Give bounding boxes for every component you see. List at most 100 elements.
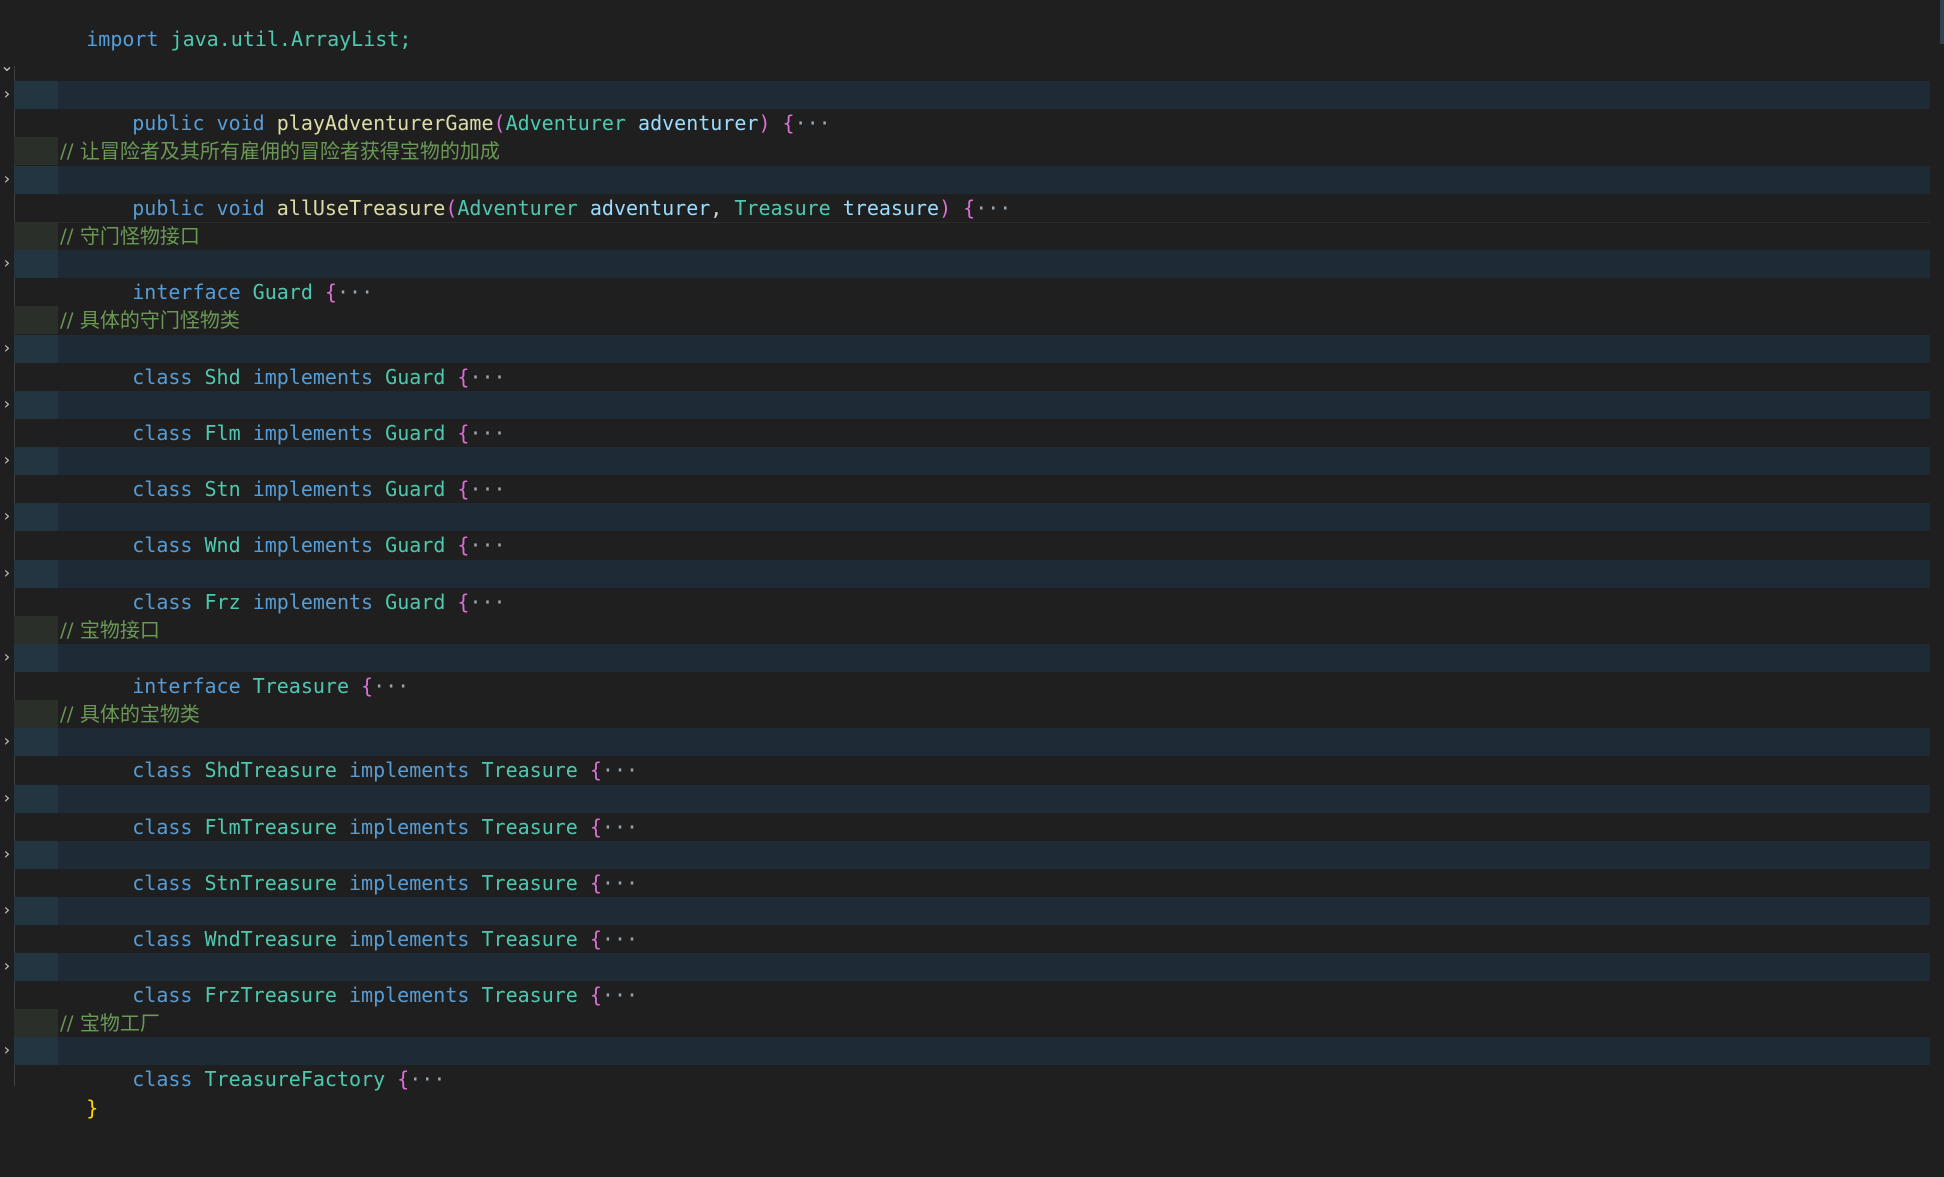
- folded-ellipsis-icon[interactable]: ···: [602, 983, 638, 1007]
- folded-ellipsis-icon[interactable]: ···: [373, 674, 409, 698]
- fold-chevron-right-icon[interactable]: ›: [0, 728, 14, 756]
- fold-chevron-right-icon[interactable]: ›: [0, 841, 14, 869]
- keyword-token: class: [132, 533, 193, 557]
- fold-chevron-right-icon[interactable]: ›: [0, 391, 14, 419]
- param-token: adventurer: [638, 111, 759, 135]
- code-line-class-stntreasure[interactable]: › class StnTreasure implements Treasure …: [0, 841, 1944, 895]
- comment-token: // 让冒险者及其所有雇佣的冒险者获得宝物的加成: [60, 139, 500, 163]
- brace-token: {: [445, 590, 470, 614]
- brace-token: {: [577, 927, 602, 951]
- code-line-class-wnd[interactable]: › class Wnd implements Guard {···: [0, 503, 1944, 557]
- code-line-class-frz[interactable]: › class Frz implements Guard {···: [0, 560, 1944, 614]
- comment-token: // 具体的宝物类: [60, 702, 200, 726]
- code-line-import[interactable]: import java.util.ArrayList;: [0, 0, 1944, 51]
- code-line-closing-brace[interactable]: }: [0, 1066, 1944, 1120]
- keyword-token: implements: [349, 871, 470, 895]
- keyword-token: void: [216, 111, 265, 135]
- fold-chevron-right-icon[interactable]: ›: [0, 335, 14, 363]
- type-token: WndTreasure: [204, 927, 337, 951]
- folded-ellipsis-icon[interactable]: ···: [469, 477, 505, 501]
- fold-chevron-right-icon[interactable]: ›: [0, 166, 14, 194]
- indent-guide-block: [14, 81, 58, 109]
- code-line-comment[interactable]: // 守门怪物接口: [0, 222, 1944, 250]
- code-line-class-flmtreasure[interactable]: › class FlmTreasure implements Treasure …: [0, 785, 1944, 839]
- fold-chevron-right-icon[interactable]: ›: [0, 447, 14, 475]
- code-line-class-wndtreasure[interactable]: › class WndTreasure implements Treasure …: [0, 897, 1944, 951]
- fold-chevron-right-icon[interactable]: ›: [0, 785, 14, 813]
- keyword-token: implements: [349, 927, 470, 951]
- type-token: Frz: [204, 590, 241, 614]
- indent-guide-block: [14, 953, 58, 981]
- code-line-method-playadventurergame[interactable]: › public void playAdventurerGame(Adventu…: [0, 81, 1944, 135]
- code-line-class-shd[interactable]: › class Shd implements Guard {···: [0, 335, 1944, 389]
- fold-chevron-down-icon[interactable]: ⌄: [0, 53, 14, 81]
- folded-ellipsis-icon[interactable]: ···: [469, 533, 505, 557]
- code-line-comment[interactable]: // 具体的守门怪物类: [0, 306, 1944, 334]
- indent-guide-block: [14, 644, 58, 672]
- code-line-class-shdtreasure[interactable]: › class ShdTreasure implements Treasure …: [0, 728, 1944, 782]
- folded-ellipsis-icon[interactable]: ···: [337, 280, 373, 304]
- fold-chevron-right-icon[interactable]: ›: [0, 953, 14, 981]
- type-token: Treasure: [481, 927, 578, 951]
- fold-chevron-right-icon[interactable]: ›: [0, 250, 14, 278]
- code-line-comment[interactable]: // 宝物接口: [0, 616, 1944, 644]
- indent-guide-block: [14, 1009, 58, 1037]
- keyword-token: implements: [349, 815, 470, 839]
- type-token: Stn: [204, 477, 241, 501]
- folded-ellipsis-icon[interactable]: ···: [469, 365, 505, 389]
- keyword-token: void: [216, 196, 265, 220]
- folded-ellipsis-icon[interactable]: ···: [602, 871, 638, 895]
- folded-ellipsis-icon[interactable]: ···: [602, 927, 638, 951]
- fold-chevron-right-icon[interactable]: ›: [0, 1037, 14, 1065]
- comment-token: // 宝物工厂: [60, 1011, 160, 1035]
- type-token: Guard: [385, 421, 446, 445]
- fold-chevron-right-icon[interactable]: ›: [0, 644, 14, 672]
- fold-chevron-right-icon[interactable]: ›: [0, 81, 14, 109]
- type-token: Guard: [385, 533, 446, 557]
- code-line-class-frztreasure[interactable]: › class FrzTreasure implements Treasure …: [0, 953, 1944, 1007]
- keyword-token: implements: [252, 365, 374, 389]
- keyword-token: public: [132, 111, 205, 135]
- folded-ellipsis-icon[interactable]: ···: [469, 421, 505, 445]
- type-token: Guard: [385, 590, 446, 614]
- code-line-class-adventuregame[interactable]: ⌄ public class AdventureGame {: [0, 53, 1944, 107]
- code-line-class-flm[interactable]: › class Flm implements Guard {···: [0, 391, 1944, 445]
- code-line-method-allusetreasure[interactable]: › public void allUseTreasure(Adventurer …: [0, 166, 1944, 220]
- folded-ellipsis-icon[interactable]: ···: [602, 758, 638, 782]
- indent-guide-block: [14, 250, 58, 278]
- fold-chevron-right-icon[interactable]: ›: [0, 503, 14, 531]
- indent-guide-block: [14, 700, 58, 728]
- folded-ellipsis-icon[interactable]: ···: [602, 815, 638, 839]
- keyword-token: class: [132, 927, 193, 951]
- type-token: FrzTreasure: [204, 983, 337, 1007]
- code-line-comment[interactable]: // 具体的宝物类: [0, 700, 1944, 728]
- code-line-interface-guard[interactable]: › interface Guard {···: [0, 250, 1944, 304]
- folded-ellipsis-icon[interactable]: ···: [795, 111, 831, 135]
- code-line-class-stn[interactable]: › class Stn implements Guard {···: [0, 447, 1944, 501]
- code-line-comment[interactable]: // 宝物工厂: [0, 1009, 1944, 1037]
- indent-guide-block: [14, 335, 58, 363]
- code-line-comment[interactable]: // 让冒险者及其所有雇佣的冒险者获得宝物的加成: [0, 137, 1944, 165]
- code-line-class-treasurefactory[interactable]: › class TreasureFactory {···: [0, 1037, 1944, 1091]
- code-line-interface-treasure[interactable]: › interface Treasure {···: [0, 644, 1944, 698]
- code-editor[interactable]: import java.util.ArrayList; ⌄ public cla…: [0, 0, 1944, 1120]
- keyword-token: implements: [252, 477, 374, 501]
- fold-chevron-right-icon[interactable]: ›: [0, 560, 14, 588]
- param-token: adventurer: [589, 196, 711, 220]
- brace-token: {: [445, 365, 470, 389]
- folded-ellipsis-icon[interactable]: ···: [975, 196, 1011, 220]
- folded-ellipsis-icon[interactable]: ···: [469, 590, 505, 614]
- fold-chevron-right-icon[interactable]: ›: [0, 897, 14, 925]
